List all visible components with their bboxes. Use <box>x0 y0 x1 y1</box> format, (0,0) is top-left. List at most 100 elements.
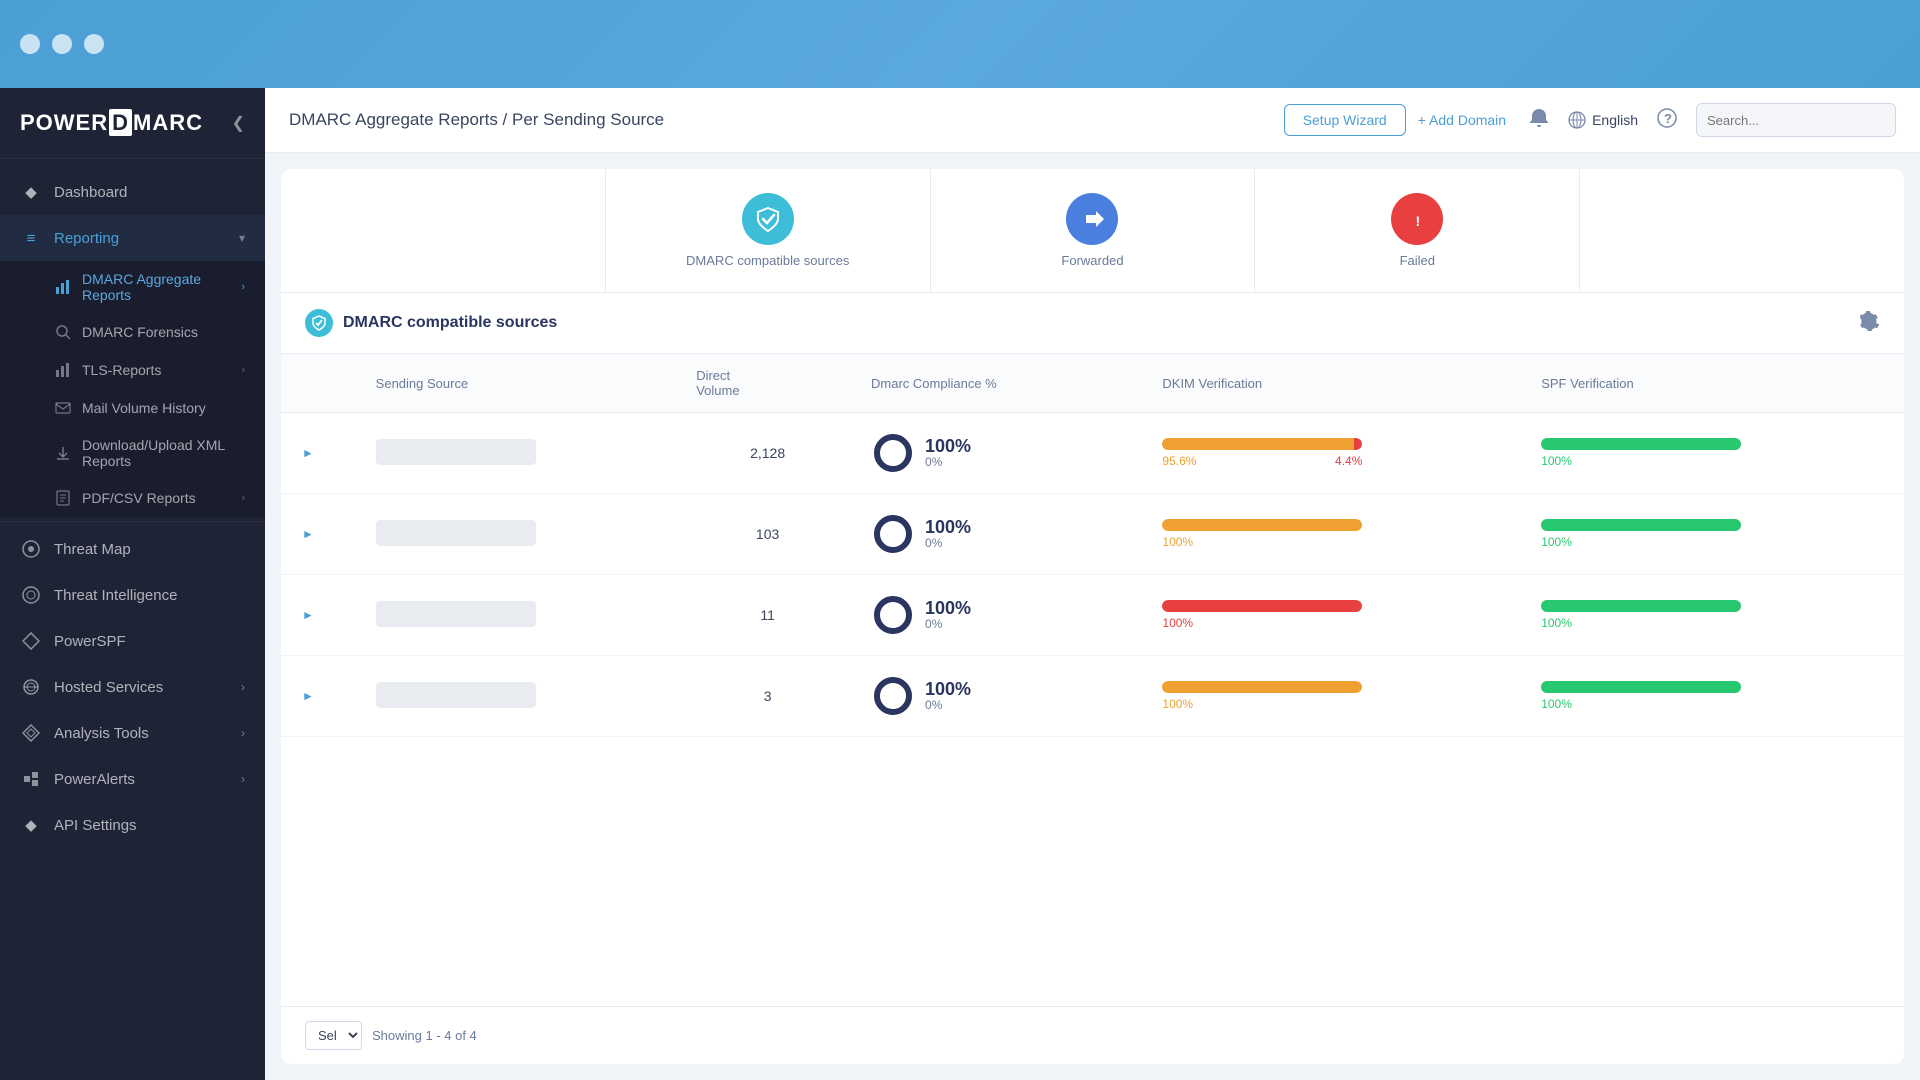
chevron-down-icon: ▾ <box>239 231 245 245</box>
diamond-icon: ◆ <box>20 181 42 203</box>
card-title-text: DMARC compatible sources <box>343 314 557 332</box>
pagination-row: Sel 10 25 50 Showing 1 - 4 of 4 <box>281 1006 1904 1064</box>
sidebar-item-label: PowerAlerts <box>54 771 135 788</box>
col-header-spf: SPF Verification <box>1525 354 1904 413</box>
stat-label: DMARC compatible sources <box>686 253 849 268</box>
stat-card-forwarded: Forwarded <box>931 169 1256 292</box>
spf-cell: 100% <box>1525 413 1904 494</box>
card-header: DMARC compatible sources <box>281 293 1904 354</box>
search-input[interactable] <box>1696 103 1896 137</box>
spf-cell: 100% <box>1525 656 1904 737</box>
chevron-right-icon: › <box>241 364 245 376</box>
sidebar-item-poweralerts[interactable]: PowerAlerts › <box>0 756 265 802</box>
table-row: ► 103 100% 0% 100% <box>281 494 1904 575</box>
window-dot-1 <box>20 34 40 54</box>
table-row: ► 2,128 100% 0% 95.6%4.4% <box>281 413 1904 494</box>
dkim-cell: 95.6%4.4% <box>1146 413 1525 494</box>
language-label: English <box>1592 112 1638 128</box>
sub-nav-label: PDF/CSV Reports <box>82 490 196 506</box>
sidebar-item-hosted-services[interactable]: Hosted Services › <box>0 664 265 710</box>
col-header-dkim: DKIM Verification <box>1146 354 1525 413</box>
forwarded-icon <box>1066 193 1118 245</box>
volume-cell: 3 <box>680 656 855 737</box>
sidebar-nav: ◆ Dashboard ≡ Reporting ▾ DMARC Aggregat… <box>0 159 265 1080</box>
sidebar-item-analysis-tools[interactable]: Analysis Tools › <box>0 710 265 756</box>
volume-cell: 2,128 <box>680 413 855 494</box>
sidebar-item-dmarc-forensics[interactable]: DMARC Forensics <box>0 313 265 351</box>
sub-nav-label: Download/Upload XML Reports <box>82 437 245 469</box>
setup-wizard-button[interactable]: Setup Wizard <box>1284 104 1406 136</box>
sidebar-item-dashboard[interactable]: ◆ Dashboard <box>0 169 265 215</box>
map-icon <box>20 538 42 560</box>
svg-text:!: ! <box>1416 213 1421 229</box>
reporting-icon: ≡ <box>20 227 42 249</box>
breadcrumb: DMARC Aggregate Reports / Per Sending So… <box>289 110 1272 130</box>
sidebar-item-threat-intelligence[interactable]: Threat Intelligence <box>0 572 265 618</box>
sidebar-logo: POWERDMARC ❮ <box>0 88 265 159</box>
source-name-placeholder <box>376 520 536 546</box>
sidebar-item-label: Hosted Services <box>54 679 163 696</box>
stat-card-empty-1 <box>281 169 606 292</box>
spf-cell: 100% <box>1525 575 1904 656</box>
reporting-sub-nav: DMARC Aggregate Reports › DMARC Forensic… <box>0 261 265 517</box>
main-layout: POWERDMARC ❮ ◆ Dashboard ≡ Reporting ▾ <box>0 88 1920 1080</box>
pdf-icon <box>54 489 72 507</box>
sub-nav-label: TLS-Reports <box>82 362 161 378</box>
col-header-expand <box>281 354 360 413</box>
bell-icon[interactable] <box>1528 107 1550 134</box>
expand-button[interactable]: ► <box>297 685 319 707</box>
sidebar-item-tls-reports[interactable]: TLS-Reports › <box>0 351 265 389</box>
dmarc-cell: 100% 0% <box>855 656 1146 737</box>
sub-nav-label: DMARC Forensics <box>82 324 198 340</box>
sidebar-item-api-settings[interactable]: ◆ API Settings <box>0 802 265 848</box>
expand-cell: ► <box>281 413 360 494</box>
language-selector[interactable]: English <box>1568 111 1638 129</box>
volume-cell: 103 <box>680 494 855 575</box>
sidebar-item-powerspf[interactable]: PowerSPF <box>0 618 265 664</box>
add-domain-button[interactable]: + Add Domain <box>1418 112 1506 128</box>
sub-nav-label: Mail Volume History <box>82 400 206 416</box>
rows-per-page-select[interactable]: Sel 10 25 50 <box>305 1021 362 1050</box>
stats-row: DMARC compatible sources Forwarded ! <box>281 169 1904 293</box>
sidebar-item-label: API Settings <box>54 817 137 834</box>
stat-label: Failed <box>1400 253 1435 268</box>
dmarc-cell: 100% 0% <box>855 575 1146 656</box>
stat-label: Forwarded <box>1061 253 1123 268</box>
sub-nav-label: DMARC Aggregate Reports <box>82 271 231 303</box>
forensics-icon <box>54 323 72 341</box>
spf-cell: 100% <box>1525 494 1904 575</box>
api-icon: ◆ <box>20 814 42 836</box>
top-bar: DMARC Aggregate Reports / Per Sending So… <box>265 88 1920 153</box>
sidebar-item-label: Analysis Tools <box>54 725 149 742</box>
download-icon <box>54 444 72 462</box>
expand-cell: ► <box>281 494 360 575</box>
sidebar-item-pdf-csv[interactable]: PDF/CSV Reports › <box>0 479 265 517</box>
chevron-right-icon: › <box>241 772 245 786</box>
sidebar-item-label: Threat Map <box>54 541 131 558</box>
content-area: DMARC Aggregate Reports / Per Sending So… <box>265 88 1920 1080</box>
sidebar-collapse-button[interactable]: ❮ <box>232 113 245 133</box>
window-dot-2 <box>52 34 72 54</box>
source-name-placeholder <box>376 439 536 465</box>
expand-button[interactable]: ► <box>297 442 319 464</box>
sidebar-item-threat-map[interactable]: Threat Map <box>0 526 265 572</box>
sidebar-item-label: PowerSPF <box>54 633 126 650</box>
source-name-cell <box>360 656 681 737</box>
mail-icon <box>54 399 72 417</box>
svg-text:?: ? <box>1664 111 1672 126</box>
expand-button[interactable]: ► <box>297 523 319 545</box>
analysis-icon <box>20 722 42 744</box>
settings-icon[interactable] <box>1860 311 1880 336</box>
chevron-right-icon: › <box>241 281 245 293</box>
top-bar-actions: English ? <box>1528 103 1896 137</box>
sidebar-item-reporting[interactable]: ≡ Reporting ▾ <box>0 215 265 261</box>
expand-button[interactable]: ► <box>297 604 319 626</box>
volume-cell: 11 <box>680 575 855 656</box>
dkim-cell: 100% <box>1146 575 1525 656</box>
sidebar-item-mail-volume[interactable]: Mail Volume History <box>0 389 265 427</box>
dmarc-compatible-icon <box>742 193 794 245</box>
help-icon[interactable]: ? <box>1656 107 1678 134</box>
sidebar-item-download-xml[interactable]: Download/Upload XML Reports <box>0 427 265 479</box>
chevron-right-icon: › <box>241 680 245 694</box>
sidebar-item-dmarc-aggregate[interactable]: DMARC Aggregate Reports › <box>0 261 265 313</box>
